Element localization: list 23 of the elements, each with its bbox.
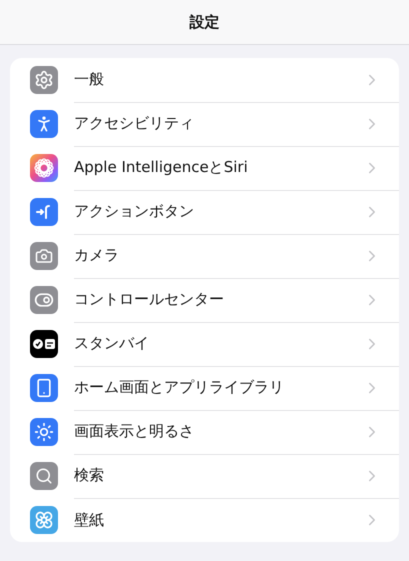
- settings-item[interactable]: スタンバイ: [74, 334, 149, 353]
- action-button-icon: [30, 198, 58, 226]
- settings-item[interactable]: 画面表示と明るさ: [74, 422, 194, 441]
- sun-icon: [30, 418, 58, 446]
- page-title: 設定: [190, 12, 220, 32]
- settings-item[interactable]: アクセシビリティ: [74, 114, 194, 133]
- phone-icon: [30, 374, 58, 402]
- standby-icon: [30, 330, 58, 358]
- toggle-icon: [30, 286, 58, 314]
- settings-item[interactable]: 検索: [74, 466, 104, 485]
- settings-item[interactable]: 壁紙: [74, 510, 104, 530]
- settings-item[interactable]: ホーム画面とアプリライブラリ: [74, 378, 284, 397]
- settings-item[interactable]: アクションボタン: [74, 202, 194, 221]
- flower-icon: [30, 506, 58, 534]
- settings-item[interactable]: カメラ: [74, 246, 119, 265]
- camera-icon: [30, 242, 58, 270]
- gear-icon: [30, 66, 58, 94]
- settings-item[interactable]: 一般: [74, 70, 104, 89]
- settings-item[interactable]: コントロールセンター: [74, 290, 224, 309]
- settings-item[interactable]: Apple IntelligenceとSiri: [74, 158, 248, 177]
- search-icon: [30, 462, 58, 490]
- accessibility-icon: [30, 110, 58, 138]
- sparkle-icon: [30, 154, 58, 182]
